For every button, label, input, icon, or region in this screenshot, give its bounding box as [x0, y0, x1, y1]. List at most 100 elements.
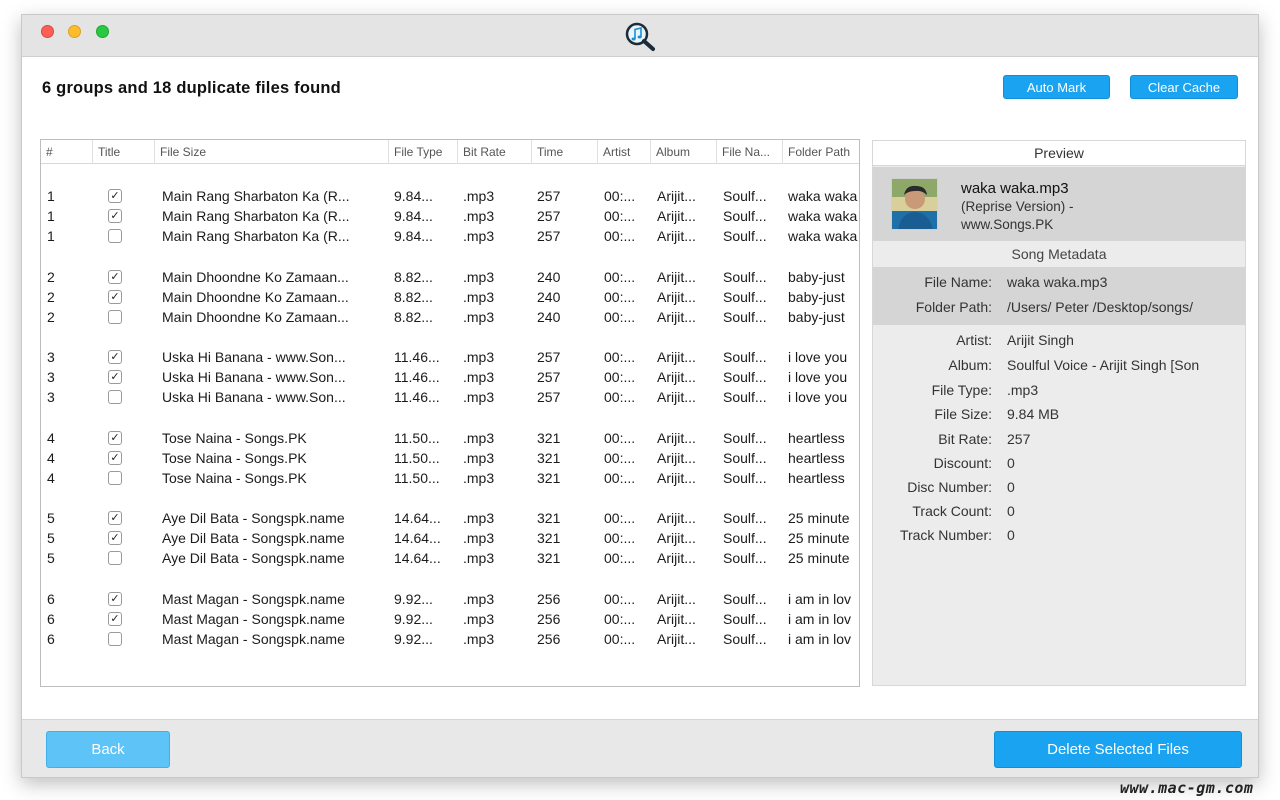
column-header-bit-rate[interactable]: Bit Rate: [458, 140, 532, 164]
table-row[interactable]: 6 Mast Magan - Songspk.name 9.92... .mp3 256…: [41, 629, 859, 649]
cell-num: 3: [47, 369, 55, 386]
table-row[interactable]: 1 Main Rang Sharbaton Ka (R... 9.84... .mp3…: [41, 226, 859, 246]
cell-file: Main Rang Sharbaton Ka (R...: [162, 208, 350, 225]
row-checkbox[interactable]: [108, 631, 122, 646]
column-header-album[interactable]: Album: [651, 140, 717, 164]
cell-artist: Arijit...: [657, 389, 696, 406]
cell-type: .mp3: [463, 208, 495, 225]
cell-file: Aye Dil Bata - Songspk.name: [162, 530, 345, 547]
cell-size: 11.50...: [394, 429, 440, 446]
table-row[interactable]: ✓ 6 Mast Magan - Songspk.name 9.92... .mp3 25…: [41, 589, 859, 609]
table-row[interactable]: ✓ 2 Main Dhoondne Ko Zamaan... 8.82... .mp3 2…: [41, 287, 859, 307]
row-checkbox[interactable]: [108, 551, 122, 566]
cell-time: 00:...: [604, 449, 636, 466]
zoom-window-button[interactable]: [96, 25, 109, 38]
row-checkbox-checked[interactable]: ✓: [108, 511, 122, 525]
close-window-button[interactable]: [41, 25, 54, 38]
row-checkbox-checked[interactable]: ✓: [108, 269, 122, 284]
cell-bitrate: 257: [537, 208, 561, 225]
metadata-row: Track Number: 0: [873, 527, 1245, 549]
metadata-label: Discount:: [933, 455, 992, 471]
table-row[interactable]: 2 Main Dhoondne Ko Zamaan... 8.82... .mp3 24…: [41, 307, 859, 327]
cell-time: 00:...: [604, 590, 636, 607]
cell-bitrate: 256: [537, 610, 561, 627]
cell-folder: 25 minute: [788, 530, 850, 547]
table-row[interactable]: ✓ 6 Mast Magan - Songspk.name 9.92... .mp3 25…: [41, 609, 859, 629]
cell-file: Mast Magan - Songspk.name: [162, 610, 345, 627]
cell-album: Soulf...: [723, 308, 767, 325]
cell-size: 11.50...: [394, 469, 440, 486]
metadata-value: Soulful Voice - Arijit Singh [Son: [1007, 357, 1200, 373]
delete-selected-files-button[interactable]: Delete Selected Files: [994, 731, 1242, 768]
row-checkbox-checked[interactable]: ✓: [108, 350, 122, 364]
clear-cache-button[interactable]: Clear Cache: [1130, 75, 1238, 99]
preview-song-card: waka waka.mp3 (Reprise Version) - www.So…: [873, 167, 1245, 241]
table-row[interactable]: ✓ 4 Tose Naina - Songs.PK 11.50... .mp3 321 00…: [41, 448, 859, 468]
cell-file: Main Rang Sharbaton Ka (R...: [162, 228, 350, 245]
cell-bitrate: 257: [537, 188, 561, 204]
cell-folder: heartless: [788, 449, 845, 466]
cell-folder: i love you: [788, 369, 848, 386]
cell-album: Soulf...: [723, 449, 767, 466]
metadata-row: Disc Number: 0: [873, 479, 1245, 501]
row-checkbox-checked[interactable]: ✓: [108, 430, 122, 445]
cell-artist: Arijit...: [657, 308, 696, 325]
cell-artist: Arijit...: [657, 288, 696, 305]
column-header-number[interactable]: #: [41, 140, 93, 164]
cell-time: 00:...: [604, 308, 636, 325]
cell-time: 00:...: [604, 469, 636, 486]
metadata-value: 0: [1007, 527, 1015, 543]
cell-file: Aye Dil Bata - Songspk.name: [162, 510, 345, 526]
cell-time: 00:...: [604, 268, 636, 285]
cell-file: Tose Naina - Songs.PK: [162, 449, 307, 466]
metadata-row: File Name: waka waka.mp3: [873, 274, 1245, 296]
table-row[interactable]: ✓ 1 Main Rang Sharbaton Ka (R... 9.84... .mp…: [41, 206, 859, 226]
row-checkbox-checked[interactable]: ✓: [108, 289, 122, 304]
back-button[interactable]: Back: [46, 731, 170, 768]
table-row[interactable]: 4 Tose Naina - Songs.PK 11.50... .mp3 321 00:…: [41, 468, 859, 488]
row-checkbox-checked[interactable]: ✓: [108, 531, 122, 546]
table-row[interactable]: ✓ 2 Main Dhoondne Ko Zamaan... 8.82... .mp3 2…: [41, 267, 859, 287]
metadata-label: Disc Number:: [907, 479, 992, 495]
cell-folder: i am in lov: [788, 630, 852, 647]
cell-num: 6: [47, 630, 55, 647]
minimize-window-button[interactable]: [68, 25, 81, 38]
column-header-folder-path[interactable]: Folder Path: [783, 140, 859, 164]
column-header-time[interactable]: Time: [532, 140, 598, 164]
cell-num: 1: [47, 188, 55, 204]
column-header-artist[interactable]: Artist: [598, 140, 651, 164]
row-checkbox[interactable]: [108, 229, 122, 244]
table-row[interactable]: ✓ 1 Main Rang Sharbaton Ka (R... 9.84... .mp…: [41, 186, 859, 206]
table-row[interactable]: ✓ 5 Aye Dil Bata - Songspk.name 14.64... .mp…: [41, 528, 859, 548]
cell-type: .mp3: [463, 469, 495, 486]
row-checkbox-checked[interactable]: ✓: [108, 189, 122, 203]
cell-type: .mp3: [463, 188, 495, 204]
cell-file: Mast Magan - Songspk.name: [162, 590, 345, 607]
metadata-value: 257: [1007, 431, 1031, 447]
table-row[interactable]: 5 Aye Dil Bata - Songspk.name 14.64... .mp3…: [41, 548, 859, 568]
column-header-file-size[interactable]: File Size: [155, 140, 389, 164]
row-checkbox-checked[interactable]: ✓: [108, 209, 122, 224]
cell-time: 00:...: [604, 530, 636, 547]
cell-folder: heartless: [788, 429, 845, 446]
column-header-file-name[interactable]: File Na...: [717, 140, 783, 164]
column-header-file-type[interactable]: File Type: [389, 140, 458, 164]
row-checkbox[interactable]: [108, 309, 122, 324]
column-header-title[interactable]: Title: [93, 140, 155, 164]
cell-file: Tose Naina - Songs.PK: [162, 469, 307, 486]
duplicates-table: # Title File Size File Type Bit Rate Tim…: [40, 139, 860, 687]
table-row[interactable]: ✓ 5 Aye Dil Bata - Songspk.name 14.64... .mp…: [41, 508, 859, 528]
cell-album: Soulf...: [723, 349, 767, 365]
row-checkbox-checked[interactable]: ✓: [108, 450, 122, 465]
table-row[interactable]: ✓ 3 Uska Hi Banana - www.Son... 11.46... .mp…: [41, 367, 859, 387]
row-checkbox-checked[interactable]: ✓: [108, 611, 122, 626]
row-checkbox[interactable]: [108, 470, 122, 485]
table-row[interactable]: ✓ 4 Tose Naina - Songs.PK 11.50... .mp3 321 00…: [41, 428, 859, 448]
metadata-value: .mp3: [1007, 382, 1039, 398]
auto-mark-button[interactable]: Auto Mark: [1003, 75, 1110, 99]
row-checkbox-checked[interactable]: ✓: [108, 591, 122, 606]
table-row[interactable]: 3 Uska Hi Banana - www.Son... 11.46... .mp3…: [41, 387, 859, 407]
row-checkbox[interactable]: [108, 390, 122, 405]
row-checkbox-checked[interactable]: ✓: [108, 370, 122, 385]
table-row[interactable]: ✓ 3 Uska Hi Banana - www.Son... 11.46... .mp…: [41, 347, 859, 367]
